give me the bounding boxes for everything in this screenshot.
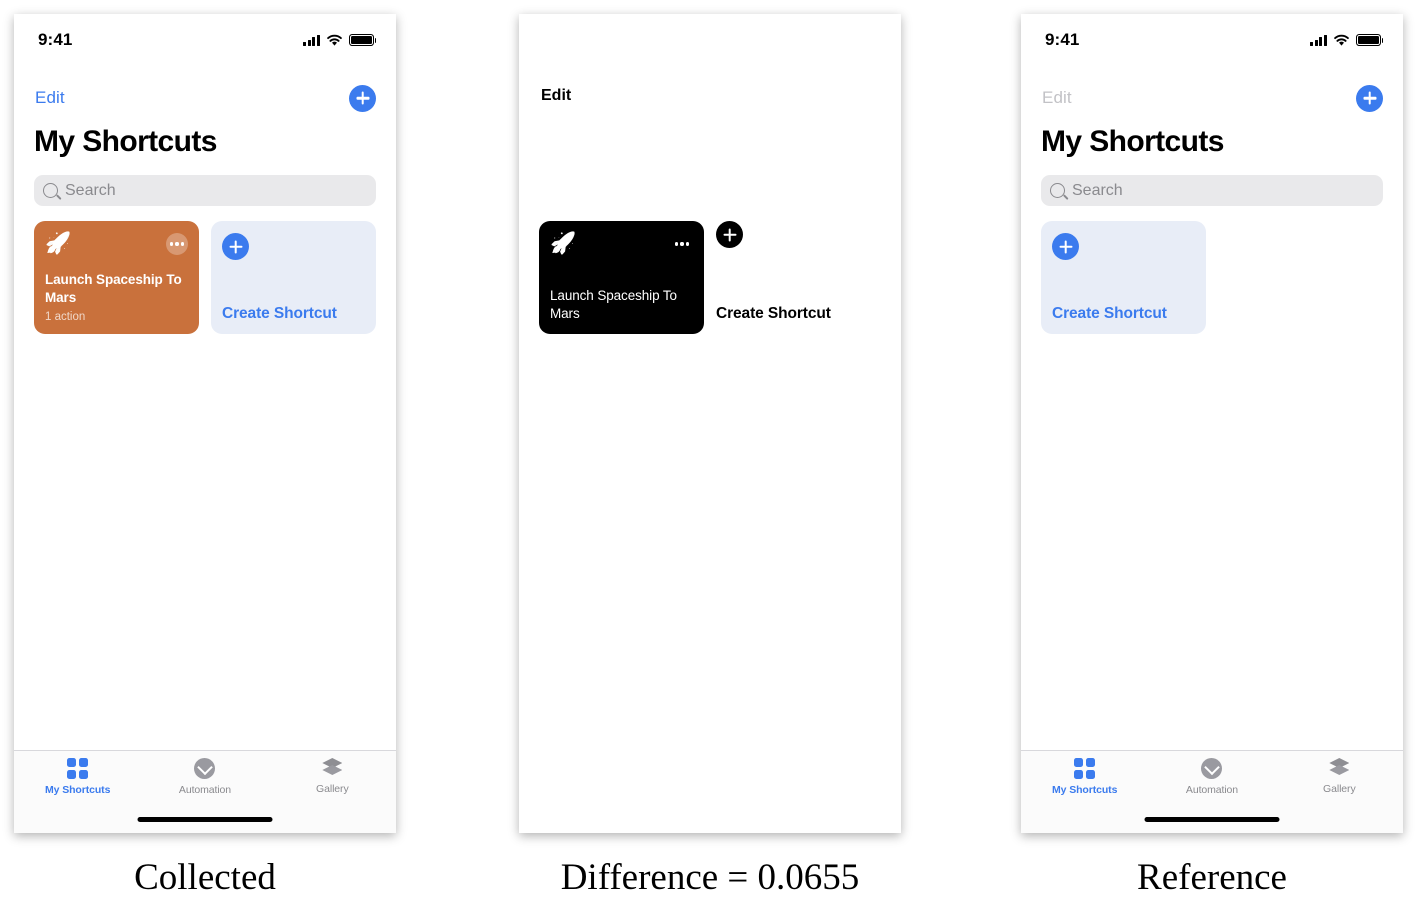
grid-squares-icon <box>1074 758 1096 779</box>
rocket-icon: 🚀 <box>550 232 577 255</box>
tab-gallery[interactable]: Gallery <box>269 758 396 795</box>
plus-circle-icon <box>222 233 249 260</box>
home-indicator <box>137 817 273 822</box>
edit-button[interactable]: Edit <box>1042 88 1072 108</box>
ellipsis-icon <box>671 233 693 255</box>
tab-label: Automation <box>1185 784 1239 796</box>
page-title: My Shortcuts <box>34 125 217 158</box>
difference-canvas: Edit 🚀 Launch Spaceship To Mars Create S… <box>519 14 901 833</box>
edit-button[interactable]: Edit <box>35 88 65 108</box>
phone-screen: 9:41 Edit My Shortcuts Searc <box>1021 14 1403 833</box>
shortcut-card[interactable]: 🚀 Launch Spaceship To Mars 1 action <box>34 221 199 334</box>
tab-label: My Shortcuts <box>45 784 111 796</box>
comparison-figure: 9:41 Edit My Shortcuts Search 🚀 Launch S… <box>0 0 1420 915</box>
navigation-bar: Edit <box>1021 76 1403 120</box>
clock-chevron-icon <box>1201 758 1223 779</box>
tab-automation[interactable]: Automation <box>141 758 268 796</box>
layers-icon <box>321 758 343 778</box>
tab-my-shortcuts[interactable]: My Shortcuts <box>14 758 141 796</box>
battery-full-icon <box>1356 34 1384 46</box>
wifi-icon <box>327 34 342 46</box>
diff-shortcut-card-header: 🚀 <box>550 233 693 255</box>
cellular-signal-icon <box>1310 34 1327 46</box>
create-shortcut-label: Create Shortcut <box>222 305 337 322</box>
search-input[interactable]: Search <box>34 175 376 206</box>
caption-difference: Difference = 0.0655 <box>560 857 860 898</box>
tab-automation[interactable]: Automation <box>1148 758 1275 796</box>
create-shortcut-label: Create Shortcut <box>1052 305 1167 322</box>
shortcuts-grid: 🚀 Launch Spaceship To Mars 1 action Crea… <box>34 221 376 334</box>
add-shortcut-button[interactable] <box>1356 84 1383 112</box>
difference-map-panel: Edit 🚀 Launch Spaceship To Mars Create S… <box>519 14 901 833</box>
shortcut-title: Launch Spaceship To Mars <box>45 272 182 306</box>
search-input[interactable]: Search <box>1041 175 1383 206</box>
search-icon <box>1050 183 1065 198</box>
rocket-icon: 🚀 <box>45 232 72 255</box>
caption-reference: Reference <box>1137 857 1287 898</box>
collected-screenshot-panel: 9:41 Edit My Shortcuts Search 🚀 Launch S… <box>14 14 396 833</box>
create-shortcut-card[interactable]: Create Shortcut <box>211 221 376 334</box>
grid-squares-icon <box>67 758 89 779</box>
phone-screen: 9:41 Edit My Shortcuts Searc <box>14 14 396 833</box>
add-shortcut-button[interactable] <box>349 84 376 112</box>
tab-label: Gallery <box>1323 783 1356 795</box>
plus-circle-icon <box>716 221 743 248</box>
diff-edit-label: Edit <box>541 87 572 104</box>
diff-shortcut-card: 🚀 Launch Spaceship To Mars <box>539 221 704 334</box>
shortcut-subtitle: 1 action <box>45 311 86 323</box>
diff-create-shortcut-label: Create Shortcut <box>716 305 831 322</box>
tab-label: Gallery <box>316 783 349 795</box>
search-placeholder: Search <box>1072 181 1123 199</box>
diff-shortcuts-grid: 🚀 Launch Spaceship To Mars Create Shortc… <box>539 221 881 334</box>
status-time: 9:41 <box>1045 30 1080 49</box>
tab-label: My Shortcuts <box>1052 784 1118 796</box>
status-icons <box>1310 34 1384 47</box>
status-time: 9:41 <box>38 30 73 49</box>
shortcuts-grid: Create Shortcut <box>1041 221 1383 334</box>
diff-shortcut-title: Launch Spaceship To Mars <box>550 288 677 322</box>
status-bar: 9:41 <box>1021 14 1403 66</box>
wifi-icon <box>1334 34 1349 46</box>
tab-gallery[interactable]: Gallery <box>1276 758 1403 795</box>
diff-tab-bar <box>519 750 901 833</box>
create-shortcut-card[interactable]: Create Shortcut <box>1041 221 1206 334</box>
diff-shortcut-card-body: Launch Spaceship To Mars <box>550 287 693 323</box>
home-indicator <box>1144 817 1280 822</box>
plus-circle-icon <box>1052 233 1079 260</box>
clock-chevron-icon <box>194 758 216 779</box>
search-placeholder: Search <box>65 181 116 199</box>
shortcut-card-header: 🚀 <box>45 233 188 255</box>
tab-my-shortcuts[interactable]: My Shortcuts <box>1021 758 1148 796</box>
cellular-signal-icon <box>303 34 320 46</box>
navigation-bar: Edit <box>14 76 396 120</box>
ellipsis-icon[interactable] <box>166 233 188 255</box>
battery-full-icon <box>349 34 377 46</box>
diff-create-shortcut-card: Create Shortcut <box>716 221 881 334</box>
caption-collected: Collected <box>134 857 276 898</box>
shortcut-card-body: Launch Spaceship To Mars 1 action <box>45 271 188 323</box>
status-bar: 9:41 <box>14 14 396 66</box>
search-icon <box>43 183 58 198</box>
page-title: My Shortcuts <box>1041 125 1224 158</box>
tab-label: Automation <box>178 784 232 796</box>
status-icons <box>303 34 377 47</box>
reference-screenshot-panel: 9:41 Edit My Shortcuts Search Create Sho… <box>1021 14 1403 833</box>
layers-icon <box>1328 758 1350 778</box>
